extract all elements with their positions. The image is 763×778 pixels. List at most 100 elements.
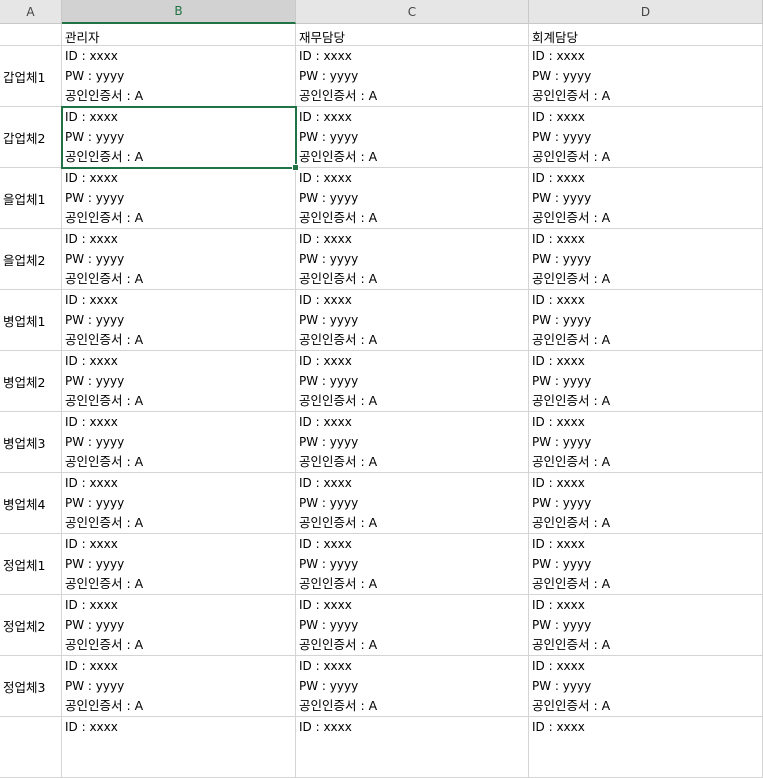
cell-line: PW : yyyy (532, 191, 592, 205)
cell-line: ID : xxxx (65, 171, 118, 185)
row-label-cell[interactable]: 정업체2 (0, 595, 62, 656)
cell-line: 공인인증서 : A (299, 88, 378, 103)
row-label-cell[interactable]: 병업체3 (0, 412, 62, 473)
account-info-cell[interactable]: ID : xxxx PW : yyyy 공인인증서 : A (529, 534, 763, 595)
cell-line: 공인인증서 : A (65, 332, 144, 347)
account-info-cell[interactable]: ID : xxxx PW : yyyy 공인인증서 : A (296, 351, 529, 412)
column-header-a[interactable]: A (0, 0, 62, 24)
account-info-cell[interactable]: ID : xxxx PW : yyyy 공인인증서 : A (529, 412, 763, 473)
account-info-cell[interactable]: ID : xxxx (529, 717, 763, 778)
header-cell[interactable]: 회계담당 (529, 24, 763, 46)
cell-line: 공인인증서 : A (532, 515, 611, 530)
cell-line: 공인인증서 : A (299, 393, 378, 408)
cell-line: PW : yyyy (65, 252, 125, 266)
cell-line: 공인인증서 : A (65, 698, 144, 713)
account-info-cell[interactable]: ID : xxxx PW : yyyy 공인인증서 : A (62, 229, 296, 290)
account-info-cell[interactable]: ID : xxxx PW : yyyy 공인인증서 : A (296, 473, 529, 534)
account-info-cell[interactable]: ID : xxxx PW : yyyy 공인인증서 : A (62, 595, 296, 656)
fill-handle[interactable] (292, 164, 299, 171)
spreadsheet-grid[interactable]: A B C D 관리자 재무담당 회계담당갑업체1 ID : xxxx PW : yyyy 공인인… (0, 0, 763, 778)
cell-line: ID : xxxx (299, 537, 352, 551)
cell-line: PW : yyyy (65, 374, 125, 388)
cell-line: ID : xxxx (532, 110, 585, 124)
column-header-d[interactable]: D (529, 0, 763, 24)
cell-line: 공인인증서 : A (532, 576, 611, 591)
account-info-cell[interactable]: ID : xxxx PW : yyyy 공인인증서 : A (62, 290, 296, 351)
row-label-cell[interactable]: 갑업체1 (0, 46, 62, 107)
account-info-cell[interactable]: ID : xxxx PW : yyyy 공인인증서 : A (296, 595, 529, 656)
cell-line: PW : yyyy (532, 130, 592, 144)
row-label-cell[interactable]: 병업체1 (0, 290, 62, 351)
account-info-cell[interactable]: ID : xxxx PW : yyyy 공인인증서 : A (529, 107, 763, 168)
account-info-cell[interactable]: ID : xxxx (62, 717, 296, 778)
cell-line: ID : xxxx (65, 537, 118, 551)
row-label-cell[interactable] (0, 717, 62, 778)
account-info-cell[interactable]: ID : xxxx PW : yyyy 공인인증서 : A (62, 534, 296, 595)
cell-line: PW : yyyy (532, 69, 592, 83)
cell-line: PW : yyyy (299, 313, 359, 327)
cell-line: PW : yyyy (65, 557, 125, 571)
account-info-cell[interactable]: ID : xxxx PW : yyyy 공인인증서 : A (296, 46, 529, 107)
account-info-cell[interactable]: ID : xxxx PW : yyyy 공인인증서 : A (296, 534, 529, 595)
cell-line: 공인인증서 : A (65, 210, 144, 225)
cell-line: PW : yyyy (532, 557, 592, 571)
account-info-cell[interactable]: ID : xxxx PW : yyyy 공인인증서 : A (529, 595, 763, 656)
cell-line: PW : yyyy (299, 69, 359, 83)
header-cell[interactable]: 관리자 (62, 24, 296, 46)
cell-line: 공인인증서 : A (532, 637, 611, 652)
account-info-cell[interactable]: ID : xxxx PW : yyyy 공인인증서 : A (296, 229, 529, 290)
cell-line: PW : yyyy (65, 130, 125, 144)
cell-line: PW : yyyy (532, 252, 592, 266)
account-info-cell[interactable]: ID : xxxx PW : yyyy 공인인증서 : A (62, 473, 296, 534)
account-info-cell[interactable]: ID : xxxx PW : yyyy 공인인증서 : A (296, 412, 529, 473)
account-info-cell[interactable]: ID : xxxx PW : yyyy 공인인증서 : A (529, 168, 763, 229)
cell-line: 공인인증서 : A (299, 271, 378, 286)
account-info-cell[interactable]: ID : xxxx PW : yyyy 공인인증서 : A (529, 229, 763, 290)
cell-line: 공인인증서 : A (299, 332, 378, 347)
cell-line: 공인인증서 : A (532, 271, 611, 286)
account-info-cell[interactable]: ID : xxxx PW : yyyy 공인인증서 : A (62, 168, 296, 229)
cell-line: ID : xxxx (532, 476, 585, 490)
cell-line: 공인인증서 : A (532, 88, 611, 103)
cell-line: ID : xxxx (65, 354, 118, 368)
row-label-cell[interactable]: 을업체1 (0, 168, 62, 229)
row-label-cell[interactable]: 정업체3 (0, 656, 62, 717)
cell-line: ID : xxxx (299, 598, 352, 612)
account-info-cell[interactable]: ID : xxxx PW : yyyy 공인인증서 : A (529, 46, 763, 107)
account-info-cell[interactable]: ID : xxxx PW : yyyy 공인인증서 : A (529, 473, 763, 534)
cell-line: ID : xxxx (65, 476, 118, 490)
account-info-cell[interactable]: ID : xxxx PW : yyyy 공인인증서 : A (296, 107, 529, 168)
column-header-b[interactable]: B (62, 0, 296, 24)
account-info-cell[interactable]: ID : xxxx PW : yyyy 공인인증서 : A (62, 46, 296, 107)
account-info-cell[interactable]: ID : xxxx PW : yyyy 공인인증서 : A (62, 351, 296, 412)
cell-line: PW : yyyy (299, 191, 359, 205)
account-info-cell[interactable]: ID : xxxx PW : yyyy 공인인증서 : A (296, 656, 529, 717)
cell-line: 공인인증서 : A (299, 149, 378, 164)
row-label-cell[interactable]: 병업체4 (0, 473, 62, 534)
row-label-cell[interactable]: 병업체2 (0, 351, 62, 412)
cell-line: ID : xxxx (532, 293, 585, 307)
account-info-cell[interactable]: ID : xxxx (296, 717, 529, 778)
account-info-cell[interactable]: ID : xxxx PW : yyyy 공인인증서 : A (296, 290, 529, 351)
account-info-cell[interactable]: ID : xxxx PW : yyyy 공인인증서 : A (529, 656, 763, 717)
column-header-c[interactable]: C (296, 0, 529, 24)
selected-cell[interactable]: ID : xxxx PW : yyyy 공인인증서 : A (61, 106, 297, 169)
row-label-cell[interactable]: 정업체1 (0, 534, 62, 595)
account-info-cell[interactable]: ID : xxxx PW : yyyy 공인인증서 : A (529, 351, 763, 412)
row-label-cell[interactable]: 을업체2 (0, 229, 62, 290)
cell-line: ID : xxxx (65, 659, 118, 673)
account-info-cell[interactable]: ID : xxxx PW : yyyy 공인인증서 : A (62, 656, 296, 717)
cell-line: ID : xxxx (532, 49, 585, 63)
account-info-cell[interactable]: ID : xxxx PW : yyyy 공인인증서 : A (296, 168, 529, 229)
cell-line: ID : xxxx (532, 537, 585, 551)
cell-line: ID : xxxx (65, 598, 118, 612)
account-info-cell[interactable]: ID : xxxx PW : yyyy 공인인증서 : A (529, 290, 763, 351)
cell-line: 공인인증서 : A (65, 637, 144, 652)
account-info-cell[interactable]: ID : xxxx PW : yyyy 공인인증서 : A (62, 412, 296, 473)
header-cell[interactable]: 재무담당 (296, 24, 529, 46)
cell-line: 공인인증서 : A (532, 149, 611, 164)
row-label-cell[interactable]: 갑업체2 (0, 107, 62, 168)
cell-line: 공인인증서 : A (532, 454, 611, 469)
header-cell[interactable] (0, 24, 62, 46)
cell-line: PW : yyyy (65, 191, 125, 205)
